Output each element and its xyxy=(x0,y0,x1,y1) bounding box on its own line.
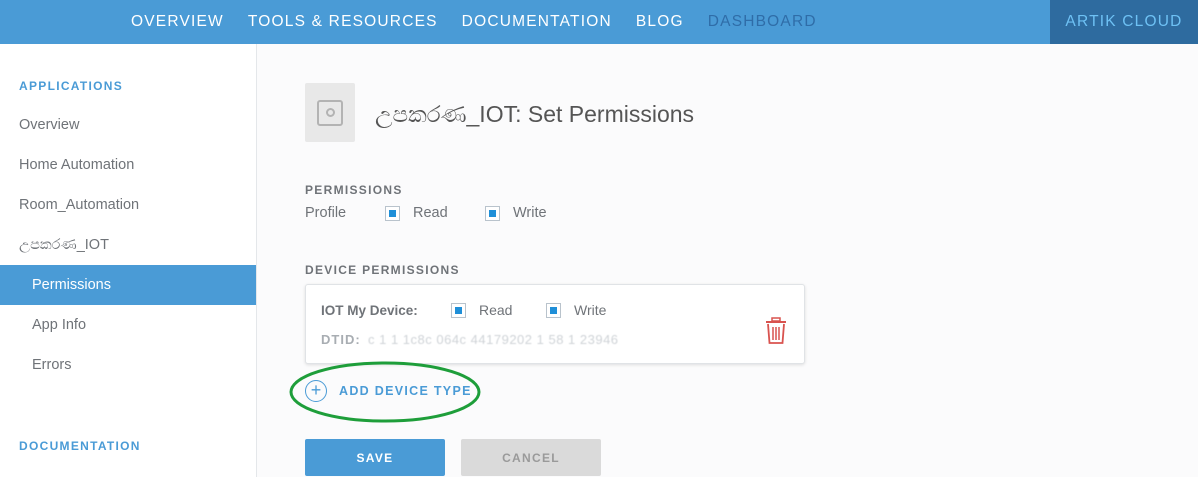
device-name: IOT My Device: xyxy=(321,303,418,318)
cancel-button[interactable]: CANCEL xyxy=(461,439,601,476)
profile-read-label: Read xyxy=(413,205,448,221)
profile-write-checkbox[interactable] xyxy=(485,206,500,221)
device-write-checkbox[interactable] xyxy=(546,303,561,318)
profile-write-label: Write xyxy=(513,205,547,221)
sidebar: APPLICATIONS Overview Home Automation Ro… xyxy=(0,44,257,477)
device-read-label: Read xyxy=(479,302,513,318)
plus-circle-icon: + xyxy=(305,380,327,402)
device-permission-card: IOT My Device: Read Write DTID: c 1 1 1c… xyxy=(305,284,805,364)
permissions-heading: PERMISSIONS xyxy=(305,183,403,197)
sidebar-item-upakarana-iot[interactable]: උපකරණ_IOT xyxy=(0,225,256,265)
sidebar-item-overview[interactable]: Overview xyxy=(0,105,256,145)
trash-icon[interactable] xyxy=(764,317,788,345)
top-nav-bar: OVERVIEW TOOLS & RESOURCES DOCUMENTATION… xyxy=(0,0,1198,44)
nav-tools-resources[interactable]: TOOLS & RESOURCES xyxy=(248,13,438,31)
dtid-label: DTID: xyxy=(321,332,361,347)
nav-documentation[interactable]: DOCUMENTATION xyxy=(462,13,612,31)
profile-read-checkbox[interactable] xyxy=(385,206,400,221)
sidebar-item-errors[interactable]: Errors xyxy=(0,345,256,385)
brand-link[interactable]: ARTIK CLOUD xyxy=(1050,0,1198,44)
page-title: උපකරණ_IOT: Set Permissions xyxy=(375,101,695,127)
sidebar-item-room-automation[interactable]: Room_Automation xyxy=(0,185,256,225)
device-read-checkbox[interactable] xyxy=(451,303,466,318)
nav-blog[interactable]: BLOG xyxy=(636,13,684,31)
sidebar-item-home-automation[interactable]: Home Automation xyxy=(0,145,256,185)
add-device-type-label: ADD DEVICE TYPE xyxy=(339,384,472,398)
nav-dashboard[interactable]: DASHBOARD xyxy=(708,13,817,31)
device-permissions-heading: DEVICE PERMISSIONS xyxy=(305,263,460,277)
profile-label: Profile xyxy=(305,205,347,221)
save-button[interactable]: SAVE xyxy=(305,439,445,476)
sidebar-item-app-info[interactable]: App Info xyxy=(0,305,256,345)
dtid-value: c 1 1 1c8c 064c 44179202 1 58 1 23946 xyxy=(368,332,619,347)
documentation-heading: DOCUMENTATION xyxy=(19,439,141,453)
applications-heading: APPLICATIONS xyxy=(19,79,124,93)
sidebar-item-permissions[interactable]: Permissions xyxy=(0,265,256,305)
nav-overview[interactable]: OVERVIEW xyxy=(131,13,224,31)
device-write-label: Write xyxy=(574,302,607,318)
application-icon xyxy=(305,83,355,142)
top-nav: OVERVIEW TOOLS & RESOURCES DOCUMENTATION… xyxy=(131,0,841,44)
